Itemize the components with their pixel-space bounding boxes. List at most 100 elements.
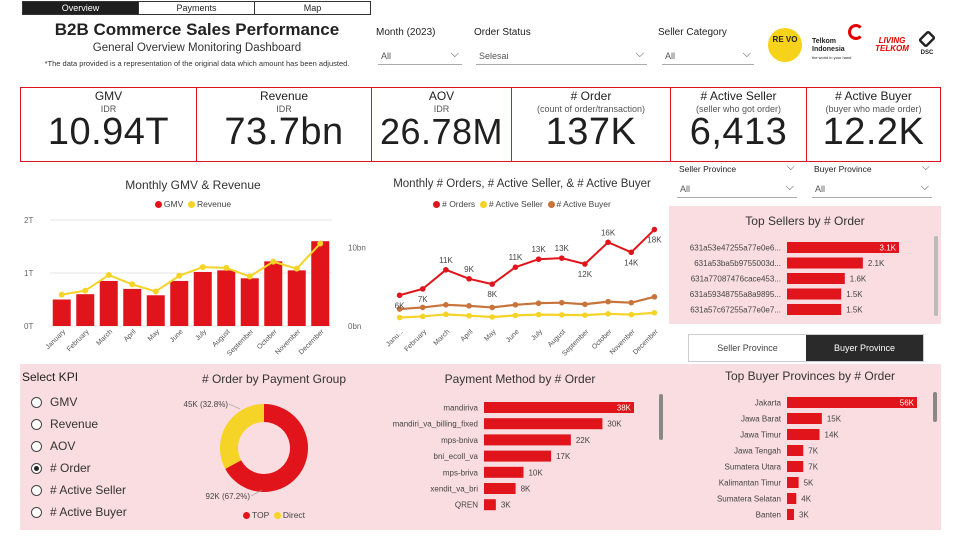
partner-logos: RE VO Telkom Indonesia the world in your… xyxy=(768,24,937,62)
active-buyer-point xyxy=(582,301,588,308)
data-label: 3.1K xyxy=(880,244,897,253)
data-label: 56K xyxy=(900,399,915,408)
chevron-down-icon: ⌵ xyxy=(635,48,644,60)
slice-leader-line xyxy=(228,403,241,410)
revenue-point xyxy=(176,272,183,279)
active-seller-point xyxy=(535,311,542,318)
x-tick-label: May xyxy=(483,328,498,343)
radio-button[interactable] xyxy=(31,484,42,496)
bar xyxy=(484,450,552,462)
radio-button[interactable] xyxy=(31,396,42,408)
buyer-province-filter-dropdown[interactable]: All ⌵ xyxy=(812,180,932,198)
category-label: Kalimantan Timur xyxy=(719,479,782,488)
data-label: 11K xyxy=(439,256,453,265)
orders-chart-panel: Monthly # Orders, # Active Seller, & # A… xyxy=(376,170,668,360)
kpi-radio-option[interactable]: # Active Seller xyxy=(22,479,172,501)
active-buyer-point xyxy=(419,304,426,311)
dsc-shape-icon xyxy=(917,29,937,49)
active-buyer-point xyxy=(535,300,542,307)
radio-button[interactable] xyxy=(31,506,42,518)
gmv-bar xyxy=(123,288,142,326)
dashboard-subtitle: General Overview Monitoring Dashboard xyxy=(92,42,302,54)
scrollbar[interactable] xyxy=(934,236,938,316)
tab-overview[interactable]: Overview xyxy=(22,1,139,15)
data-label: 14K xyxy=(624,258,639,267)
top-sellers-panel: Top Sellers by # Order 631a53e47255a77e0… xyxy=(669,206,941,324)
x-tick-label: December xyxy=(632,328,660,356)
telkom-swirl-icon xyxy=(848,24,864,40)
radio-label: GMV xyxy=(50,395,78,409)
scrollbar[interactable] xyxy=(659,394,663,440)
category-label: Jawa Timur xyxy=(740,431,781,440)
kpi-card-aov: AOV IDR 26.78M xyxy=(372,88,512,161)
active-buyer-point xyxy=(443,302,449,308)
bar xyxy=(484,402,634,413)
seller-category-filter-dropdown[interactable]: All ⌵ xyxy=(662,47,754,65)
active-buyer-point xyxy=(466,303,472,309)
gmv-revenue-chart: 2T 1T 0T 10bn 0bn JanuaryFebruary March April Ma… xyxy=(24,216,366,358)
kpi-radio-option[interactable]: GMV xyxy=(22,391,172,413)
tab-map[interactable]: Map xyxy=(254,1,371,15)
category-label: 631a53e47255a77e0e6... xyxy=(690,244,781,253)
data-label: 11K xyxy=(509,253,523,262)
gmv-bar xyxy=(193,271,212,326)
month-filter-value: All xyxy=(381,51,392,61)
chevron-down-icon[interactable]: ⌵ xyxy=(922,162,930,173)
revenue-point xyxy=(82,287,89,294)
seller-province-filter-dropdown[interactable]: All ⌵ xyxy=(677,180,797,198)
data-label: 9K xyxy=(464,265,474,274)
bar xyxy=(787,304,842,315)
slice-label: 45K (32.8%) xyxy=(184,400,229,409)
buyer-province-filter-value: All xyxy=(815,184,826,194)
data-label: 1.6K xyxy=(850,275,867,284)
kpi-radio-option[interactable]: Revenue xyxy=(22,413,172,435)
order-status-filter-dropdown[interactable]: Selesai ⌵ xyxy=(476,47,647,65)
kpi-value: 73.7bn xyxy=(224,111,344,153)
y-tick-label: 2T xyxy=(24,216,33,225)
scrollbar[interactable] xyxy=(933,392,937,422)
data-label: 15K xyxy=(827,415,842,424)
tab-payments[interactable]: Payments xyxy=(138,1,255,15)
data-label: 22K xyxy=(576,436,591,445)
active-buyer-point xyxy=(512,302,519,308)
orders-point xyxy=(443,267,449,273)
payment-method-panel: Payment Method by # Order mandiriva 38K ma… xyxy=(372,364,668,530)
chevron-down-icon[interactable]: ⌵ xyxy=(787,162,795,173)
y2-tick-label: 10bn xyxy=(348,243,366,252)
data-label: 16K xyxy=(601,228,616,237)
bar xyxy=(484,499,496,511)
radio-button[interactable] xyxy=(31,462,42,474)
radio-button[interactable] xyxy=(31,440,42,452)
kpi-radio-option[interactable]: # Active Buyer xyxy=(22,501,172,523)
revenue-point xyxy=(199,264,206,271)
month-filter-dropdown[interactable]: All ⌵ xyxy=(378,47,462,65)
gmv-bar xyxy=(99,280,118,326)
category-label: 631a53ba5b9755003d... xyxy=(694,259,781,268)
buyer-province-toggle-button[interactable]: Buyer Province xyxy=(806,335,923,361)
active-seller-point xyxy=(443,311,449,318)
buyer-province-filter-label: Buyer Province xyxy=(814,164,872,174)
kpi-title: GMV xyxy=(94,89,123,103)
dashboard-title: B2B Commerce Sales Performance xyxy=(54,20,340,39)
category-label: 631a59348755a8a9895... xyxy=(690,290,781,299)
y-tick-label: 1T xyxy=(24,269,33,278)
x-tick-label: Janu... xyxy=(385,328,405,348)
data-label: 10K xyxy=(528,468,543,477)
kpi-value: 10.94T xyxy=(47,111,170,153)
radio-label: AOV xyxy=(50,439,76,453)
orders-point xyxy=(466,276,472,282)
x-tick-label: August xyxy=(547,328,567,348)
chevron-down-icon: ⌵ xyxy=(920,181,929,193)
x-tick-label: February xyxy=(403,328,428,353)
category-label: mps-bniva xyxy=(441,436,478,445)
x-tick-label: April xyxy=(460,328,475,343)
data-label: 7K xyxy=(808,463,818,472)
kpi-radio-option[interactable]: # Order xyxy=(22,457,172,479)
orders-point xyxy=(651,226,658,233)
x-tick-label: January xyxy=(45,328,68,351)
category-label: mps-briva xyxy=(443,468,479,477)
kpi-radio-option[interactable]: AOV xyxy=(22,435,172,457)
seller-province-toggle-button[interactable]: Seller Province xyxy=(689,335,806,361)
bar xyxy=(484,434,571,446)
radio-button[interactable] xyxy=(31,418,42,430)
